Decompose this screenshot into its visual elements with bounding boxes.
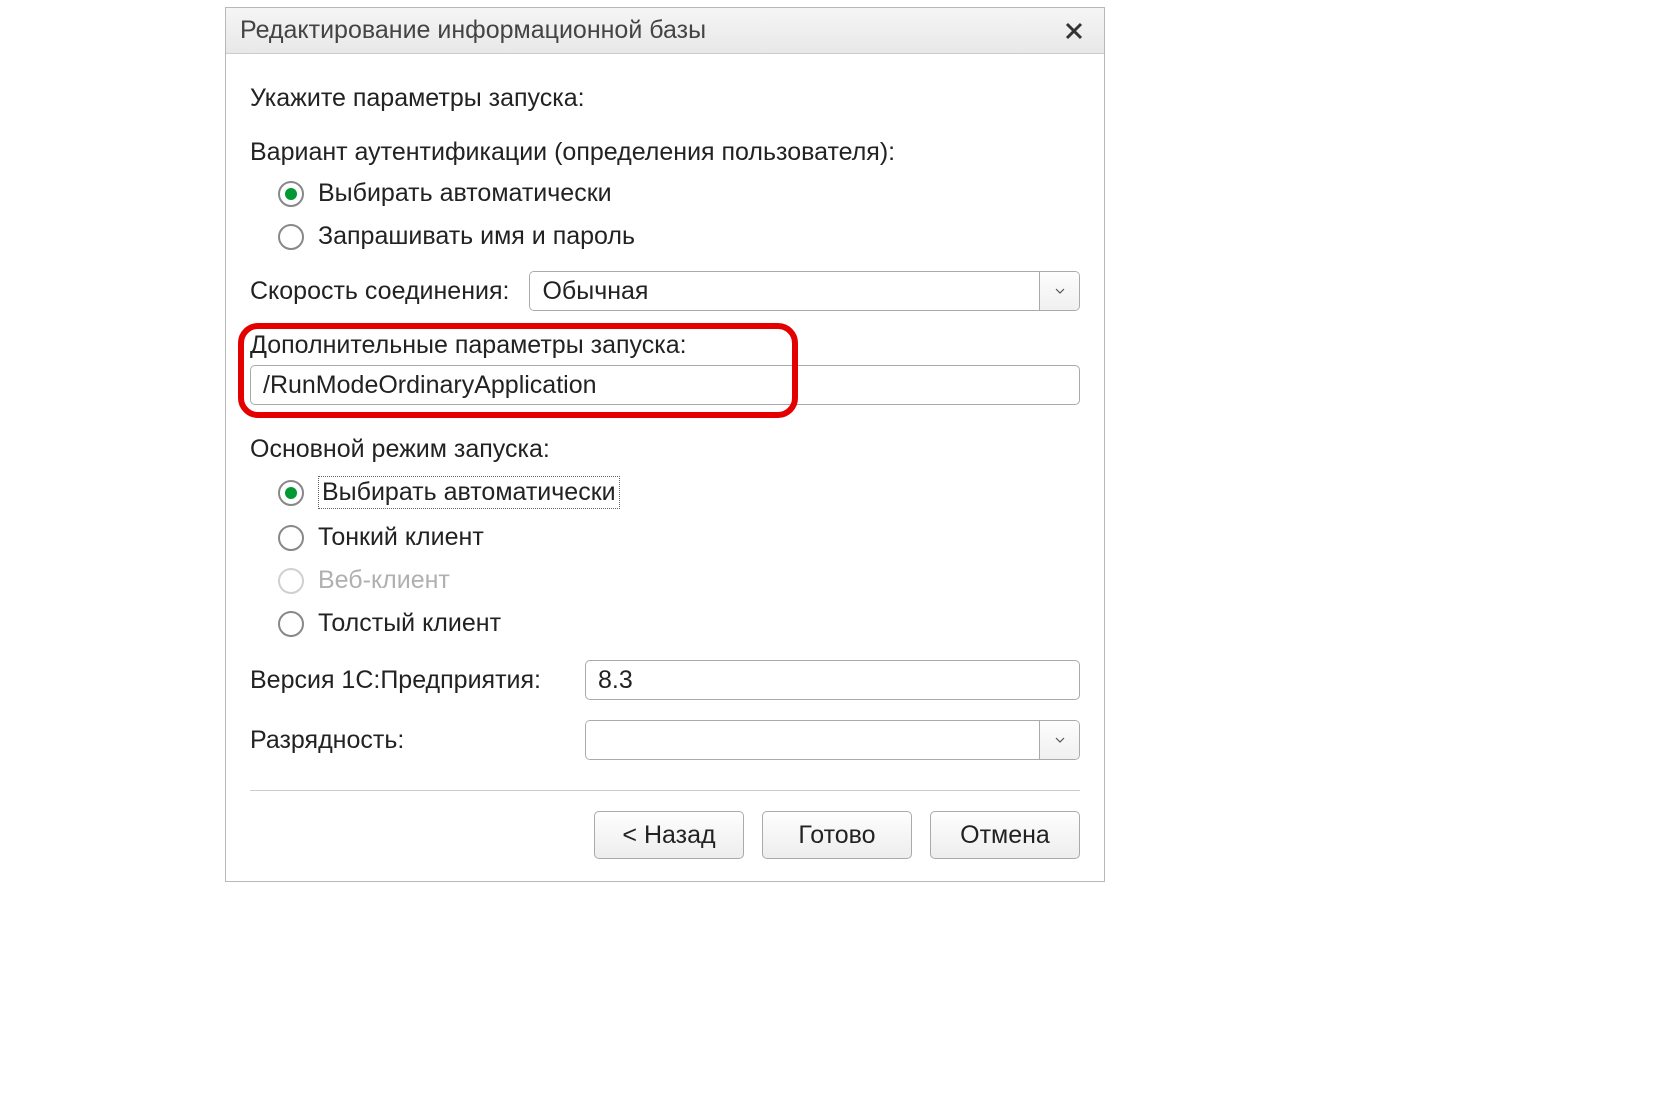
radio-auth-prompt[interactable]: Запрашивать имя и пароль (278, 222, 1080, 251)
back-button[interactable]: < Назад (594, 811, 744, 859)
radio-icon (278, 224, 304, 250)
auth-radio-group: Выбирать автоматически Запрашивать имя и… (278, 179, 1080, 251)
row-connection-speed: Скорость соединения: Обычная (250, 271, 1080, 311)
additional-params-section: Дополнительные параметры запуска: (250, 331, 1080, 405)
version-label: Версия 1С:Предприятия: (250, 666, 585, 695)
row-architecture: Разрядность: (250, 720, 1080, 760)
heading-startup-params: Укажите параметры запуска: (250, 84, 1080, 113)
radio-label: Тонкий клиент (318, 523, 484, 552)
arch-label: Разрядность: (250, 726, 585, 755)
radio-launch-thin[interactable]: Тонкий клиент (278, 523, 1080, 552)
titlebar: Редактирование информационной базы (226, 8, 1104, 54)
additional-params-input[interactable] (250, 365, 1080, 405)
radio-label: Запрашивать имя и пароль (318, 222, 635, 251)
close-button[interactable] (1058, 15, 1090, 47)
radio-label: Толстый клиент (318, 609, 501, 638)
arch-dropdown-value (586, 721, 1039, 759)
version-input[interactable] (585, 660, 1080, 700)
radio-auth-auto[interactable]: Выбирать автоматически (278, 179, 1080, 208)
launch-mode-radio-group: Выбирать автоматически Тонкий клиент Веб… (278, 476, 1080, 638)
dialog-edit-infobase: Редактирование информационной базы Укажи… (225, 7, 1105, 882)
radio-launch-thick[interactable]: Толстый клиент (278, 609, 1080, 638)
radio-icon (278, 480, 304, 506)
chevron-down-icon[interactable] (1039, 272, 1079, 310)
launch-mode-label: Основной режим запуска: (250, 435, 1080, 464)
divider (250, 790, 1080, 791)
radio-launch-auto[interactable]: Выбирать автоматически (278, 476, 1080, 509)
radio-label: Выбирать автоматически (318, 179, 612, 208)
titlebar-title: Редактирование информационной базы (240, 16, 706, 45)
ready-button[interactable]: Готово (762, 811, 912, 859)
button-row: < Назад Готово Отмена (250, 811, 1080, 859)
chevron-down-icon[interactable] (1039, 721, 1079, 759)
cancel-button[interactable]: Отмена (930, 811, 1080, 859)
radio-icon (278, 568, 304, 594)
arch-dropdown[interactable] (585, 720, 1080, 760)
radio-icon (278, 611, 304, 637)
row-version: Версия 1С:Предприятия: (250, 660, 1080, 700)
radio-launch-web: Веб-клиент (278, 566, 1080, 595)
speed-dropdown-value: Обычная (530, 272, 1039, 310)
auth-label: Вариант аутентификации (определения поль… (250, 138, 1080, 167)
radio-label: Веб-клиент (318, 566, 450, 595)
speed-dropdown[interactable]: Обычная (529, 271, 1080, 311)
radio-icon (278, 525, 304, 551)
radio-label: Выбирать автоматически (318, 476, 620, 509)
speed-label: Скорость соединения: (250, 277, 509, 306)
close-icon (1064, 21, 1084, 41)
radio-icon (278, 181, 304, 207)
dialog-body: Укажите параметры запуска: Вариант аутен… (226, 54, 1104, 881)
additional-params-label: Дополнительные параметры запуска: (250, 331, 1080, 360)
